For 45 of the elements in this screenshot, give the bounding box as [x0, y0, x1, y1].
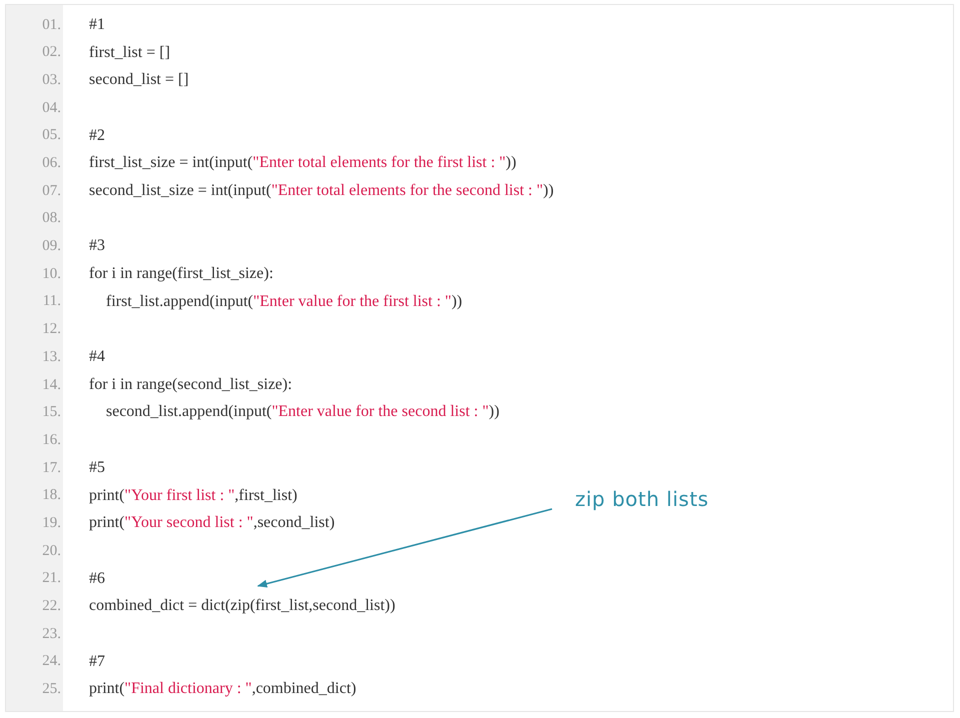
code-line: #2 [89, 126, 105, 146]
line-number: 25. [41, 680, 62, 700]
code-line: combined_dict = dict(zip(first_list,second_list)) [89, 596, 396, 616]
line-number: 16. [41, 430, 62, 450]
code-line: #1 [89, 14, 105, 35]
line-number: 02. [41, 43, 62, 62]
line-number: 13. [41, 348, 62, 367]
line-number: 07. [41, 182, 62, 201]
code-line: print("Final dictionary : ",combined_dict) [89, 679, 356, 700]
code-line: print("Your second list : ",second_list) [89, 513, 335, 534]
line-number: 08. [41, 209, 62, 228]
line-number: 23. [41, 624, 62, 644]
line-number: 14. [41, 376, 62, 395]
code-line: for i in range(first_list_size): [89, 264, 274, 284]
code-line: #3 [89, 236, 105, 256]
line-number: 06. [41, 154, 62, 174]
code-line: #5 [89, 458, 105, 478]
code-line: #4 [89, 347, 105, 368]
line-number: 15. [41, 403, 62, 422]
code-line: #7 [89, 652, 105, 672]
line-number: 24. [41, 652, 62, 672]
code-line: print("Your first list : ",first_list) [89, 486, 298, 506]
code-line: second_list_size = int(input("Enter total elements for the second list : ")) [89, 180, 554, 201]
line-number: 21. [41, 569, 62, 588]
code-line: for i in range(second_list_size): [89, 374, 292, 395]
line-number: 03. [41, 70, 62, 90]
line-number: 22. [41, 597, 62, 616]
code-line: second_list.append(input("Enter value for the second list : ")) [106, 402, 500, 422]
line-number: 20. [41, 542, 62, 561]
line-number: 19. [41, 514, 62, 533]
code-line: first_list_size = int(input("Enter total elements for the first list : ")) [89, 153, 516, 174]
code-line: first_list.append(input("Enter value for the first list : ")) [106, 292, 462, 312]
line-number: 05. [41, 126, 62, 146]
line-number: 18. [41, 486, 62, 506]
line-number: 12. [41, 320, 62, 340]
line-number: 11. [42, 292, 62, 312]
line-number: 09. [41, 237, 62, 256]
line-number: 17. [41, 458, 62, 478]
code-line: second_list = [] [89, 70, 189, 90]
annotation-text: zip both lists [575, 486, 709, 513]
line-number: 04. [41, 98, 62, 118]
code-line: #6 [89, 568, 105, 589]
line-number: 01. [41, 16, 62, 35]
code-line: first_list = [] [89, 42, 170, 63]
line-number: 10. [41, 264, 62, 284]
